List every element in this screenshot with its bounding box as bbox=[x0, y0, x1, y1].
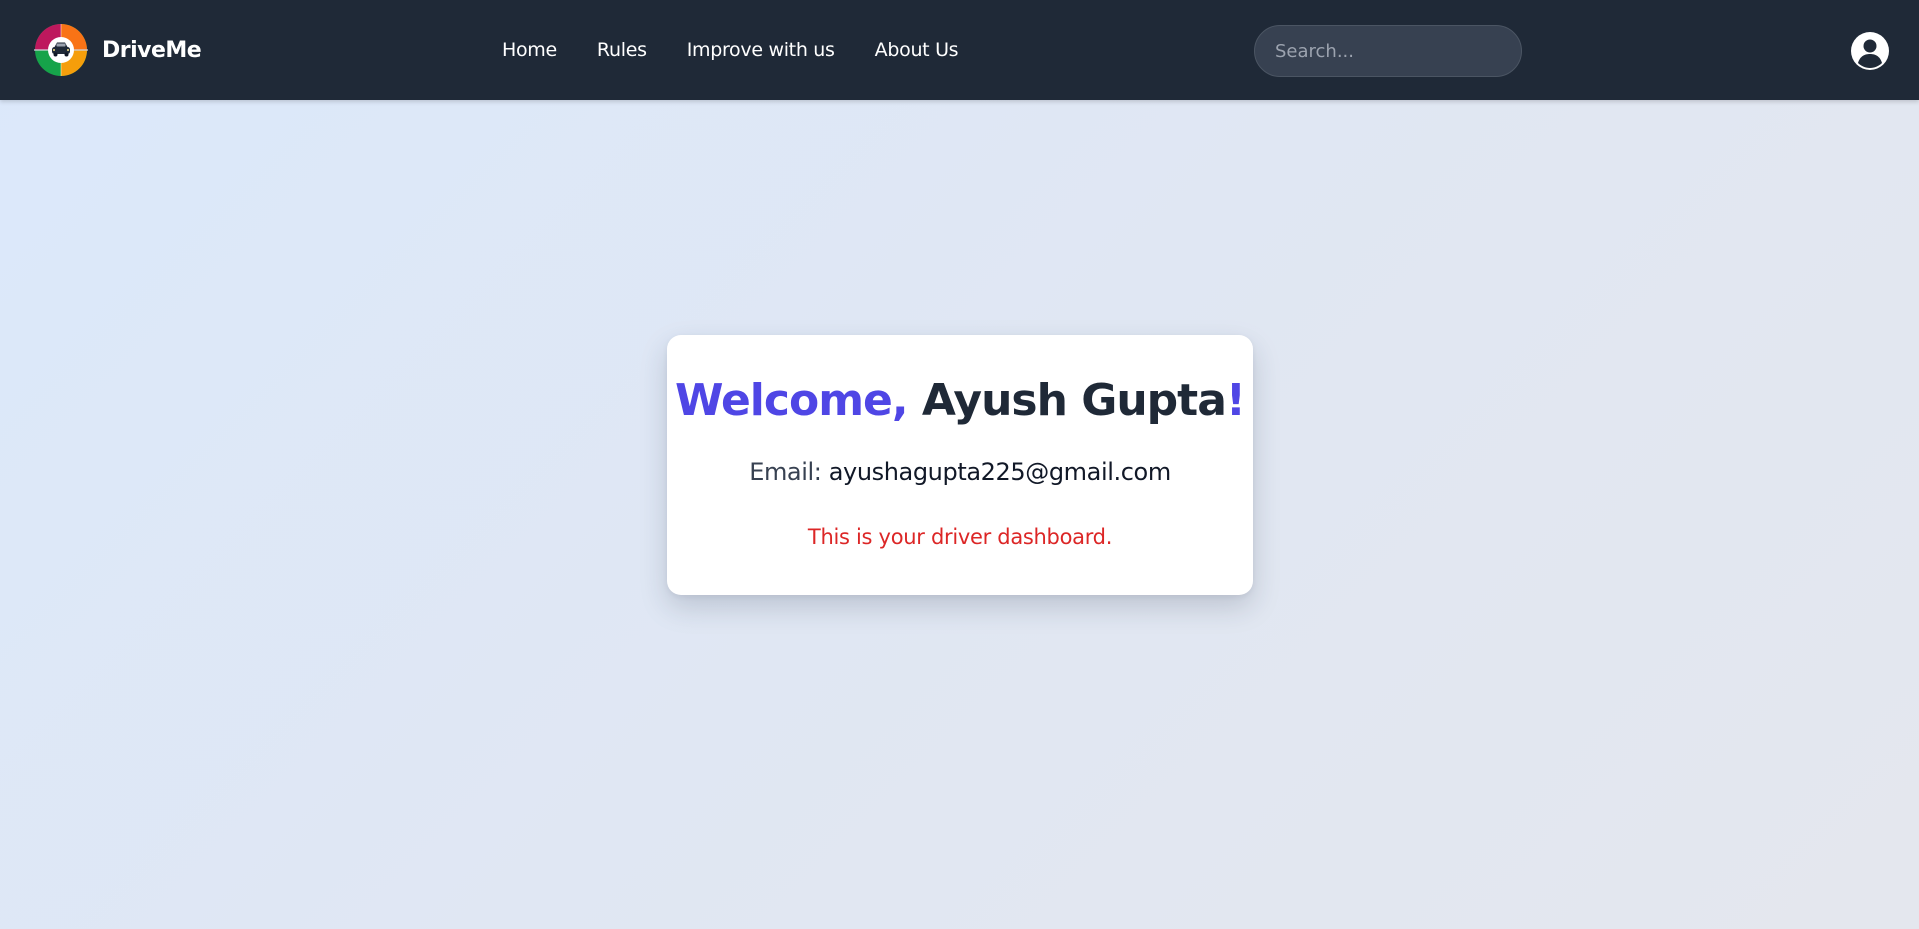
welcome-card: Welcome, Ayush Gupta! Email: ayushagupta… bbox=[667, 335, 1253, 595]
nav-link-about-us[interactable]: About Us bbox=[875, 39, 959, 61]
brand-home-link[interactable]: DriveMe bbox=[34, 23, 202, 77]
user-name: Ayush Gupta bbox=[921, 375, 1227, 426]
email-line: Email: ayushagupta225@gmail.com bbox=[667, 458, 1253, 486]
brand-name: DriveMe bbox=[102, 37, 202, 63]
email-label: Email: bbox=[749, 458, 829, 486]
user-circle-icon[interactable] bbox=[1850, 31, 1890, 71]
dashboard-message: This is your driver dashboard. bbox=[807, 525, 1113, 549]
nav-link-home[interactable]: Home bbox=[502, 39, 557, 61]
welcome-suffix: ! bbox=[1225, 375, 1246, 426]
driveme-logo-icon bbox=[34, 24, 88, 76]
nav-link-improve-with-us[interactable]: Improve with us bbox=[687, 39, 835, 61]
top-navbar: DriveMe Home Rules Improve with us About… bbox=[0, 0, 1919, 100]
welcome-prefix: Welcome, bbox=[675, 375, 922, 426]
nav-link-rules[interactable]: Rules bbox=[597, 39, 647, 61]
search-input[interactable] bbox=[1254, 25, 1522, 77]
welcome-heading: Welcome, Ayush Gupta! bbox=[667, 375, 1253, 426]
email-value: ayushagupta225@gmail.com bbox=[828, 458, 1171, 486]
main-nav: Home Rules Improve with us About Us bbox=[502, 0, 998, 100]
